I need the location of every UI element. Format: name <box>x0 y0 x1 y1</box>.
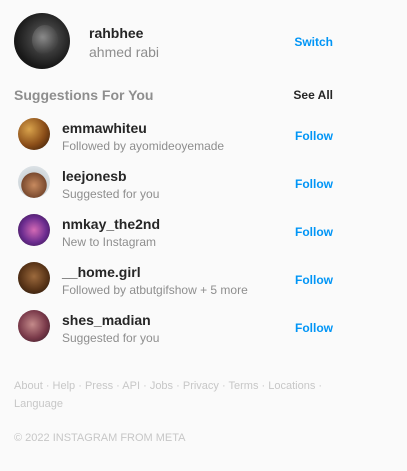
footer-separator: · <box>143 380 147 392</box>
current-user-avatar[interactable] <box>14 13 70 69</box>
footer-link-api[interactable]: API <box>122 380 140 392</box>
list-item: emmawhiteu Followed by ayomideoyemade Fo… <box>18 116 333 164</box>
footer-links: About · Help · Press · API · Jobs · Priv… <box>14 377 334 413</box>
suggestion-subtitle: Followed by ayomideoyemade <box>62 139 225 153</box>
suggestions-list: emmawhiteu Followed by ayomideoyemade Fo… <box>18 116 333 356</box>
avatar[interactable] <box>18 166 50 198</box>
list-item: nmkay_the2nd New to Instagram Follow <box>18 212 333 260</box>
suggestion-username[interactable]: __home.girl <box>62 264 141 280</box>
footer-link-locations[interactable]: Locations <box>268 380 315 392</box>
footer-link-press[interactable]: Press <box>85 380 113 392</box>
suggestion-username[interactable]: shes_madian <box>62 312 151 328</box>
avatar[interactable] <box>18 310 50 342</box>
footer-link-help[interactable]: Help <box>53 380 76 392</box>
footer-link-jobs[interactable]: Jobs <box>150 380 173 392</box>
list-item: __home.girl Followed by atbutgifshow + 5… <box>18 260 333 308</box>
list-item: leejonesb Suggested for you Follow <box>18 164 333 212</box>
footer-link-privacy[interactable]: Privacy <box>183 380 219 392</box>
avatar[interactable] <box>18 262 50 294</box>
footer-link-terms[interactable]: Terms <box>229 380 259 392</box>
suggestion-username[interactable]: nmkay_the2nd <box>62 216 160 232</box>
footer-separator: · <box>318 380 323 392</box>
follow-button[interactable]: Follow <box>295 177 333 191</box>
list-item: shes_madian Suggested for you Follow <box>18 308 333 356</box>
suggestion-subtitle: Followed by atbutgifshow + 5 more <box>62 283 248 297</box>
footer-separator: · <box>261 380 266 392</box>
avatar[interactable] <box>18 118 50 150</box>
suggestion-username[interactable]: emmawhiteu <box>62 120 147 136</box>
current-user-profile: rahbhee ahmed rabi Switch <box>14 13 333 71</box>
suggestion-subtitle: Suggested for you <box>62 331 160 345</box>
follow-button[interactable]: Follow <box>295 273 333 287</box>
suggestion-subtitle: New to Instagram <box>62 235 157 249</box>
footer-link-about[interactable]: About <box>14 380 43 392</box>
current-user-username[interactable]: rahbhee <box>89 25 143 41</box>
footer-separator: · <box>176 380 180 392</box>
footer-link-language[interactable]: Language <box>14 398 63 410</box>
suggestion-username[interactable]: leejonesb <box>62 168 127 184</box>
copyright-text: © 2022 Instagram from Meta <box>14 432 186 444</box>
follow-button[interactable]: Follow <box>295 321 333 335</box>
footer-separator: · <box>45 380 50 392</box>
suggestions-header: Suggestions For You See All <box>14 87 333 105</box>
current-user-fullname: ahmed rabi <box>89 44 160 60</box>
follow-button[interactable]: Follow <box>295 129 333 143</box>
suggestion-subtitle: Suggested for you <box>62 187 160 201</box>
switch-account-button[interactable]: Switch <box>294 35 333 49</box>
footer-separator: · <box>116 380 120 392</box>
avatar[interactable] <box>18 214 50 246</box>
follow-button[interactable]: Follow <box>295 225 333 239</box>
footer-separator: · <box>78 380 82 392</box>
footer-separator: · <box>221 380 226 392</box>
suggestions-title: Suggestions For You <box>14 87 154 103</box>
see-all-button[interactable]: See All <box>293 88 333 102</box>
